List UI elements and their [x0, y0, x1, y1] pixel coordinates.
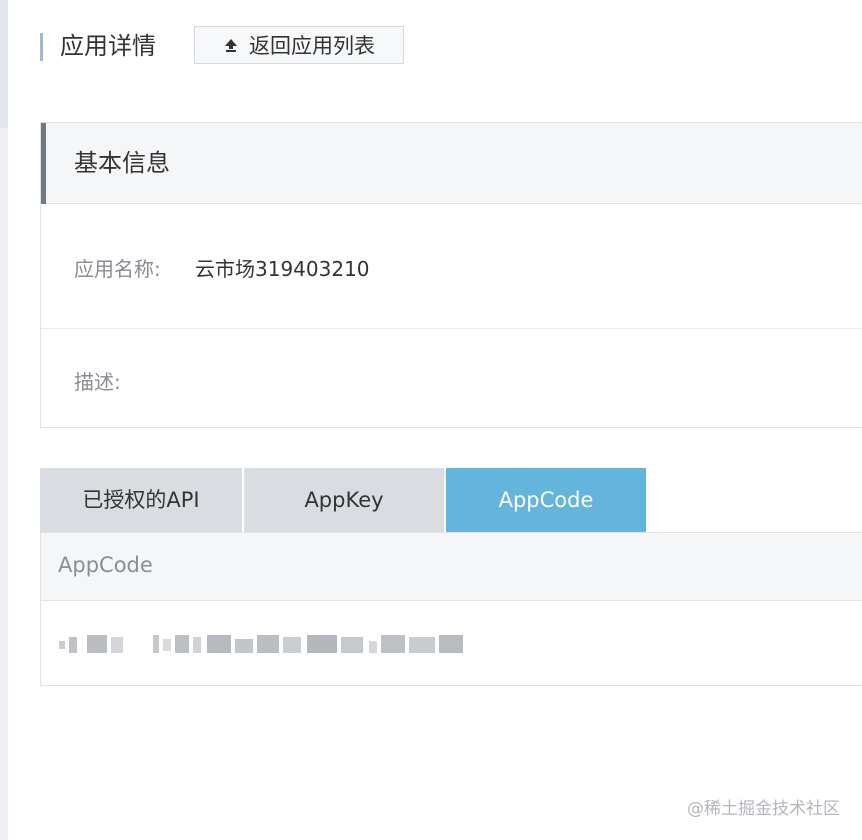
watermark-text: @稀土掘金技术社区: [687, 799, 840, 819]
tab-appkey[interactable]: AppKey: [244, 468, 444, 532]
upload-icon: [225, 39, 237, 52]
section-title: 基本信息: [74, 149, 170, 177]
description-row: 描述:: [41, 329, 862, 427]
page-title: 应用详情: [60, 32, 156, 60]
appcode-panel: AppCode: [40, 532, 862, 686]
tab-appcode[interactable]: AppCode: [446, 468, 646, 532]
masked-appcode-value: [59, 635, 463, 653]
back-button-label: 返回应用列表: [249, 34, 375, 58]
scroll-thumb[interactable]: [0, 0, 8, 128]
app-name-row: 应用名称: 云市场319403210: [41, 204, 862, 329]
back-to-app-list-button[interactable]: 返回应用列表: [194, 26, 404, 64]
basic-info-header: 基本信息: [41, 123, 862, 204]
app-name-label: 应用名称:: [74, 257, 161, 281]
appcode-column-header: AppCode: [58, 553, 153, 577]
tab-authorized-api[interactable]: 已授权的API: [40, 468, 242, 532]
basic-info-card: 基本信息 应用名称: 云市场319403210 描述:: [40, 122, 862, 428]
title-accent-bar: [40, 33, 43, 61]
section-accent-bar: [41, 123, 46, 204]
app-name-value: 云市场319403210: [195, 257, 370, 281]
description-label: 描述:: [74, 370, 121, 394]
left-scroll-rail[interactable]: [0, 0, 8, 840]
appcode-table-header: AppCode: [41, 533, 862, 601]
